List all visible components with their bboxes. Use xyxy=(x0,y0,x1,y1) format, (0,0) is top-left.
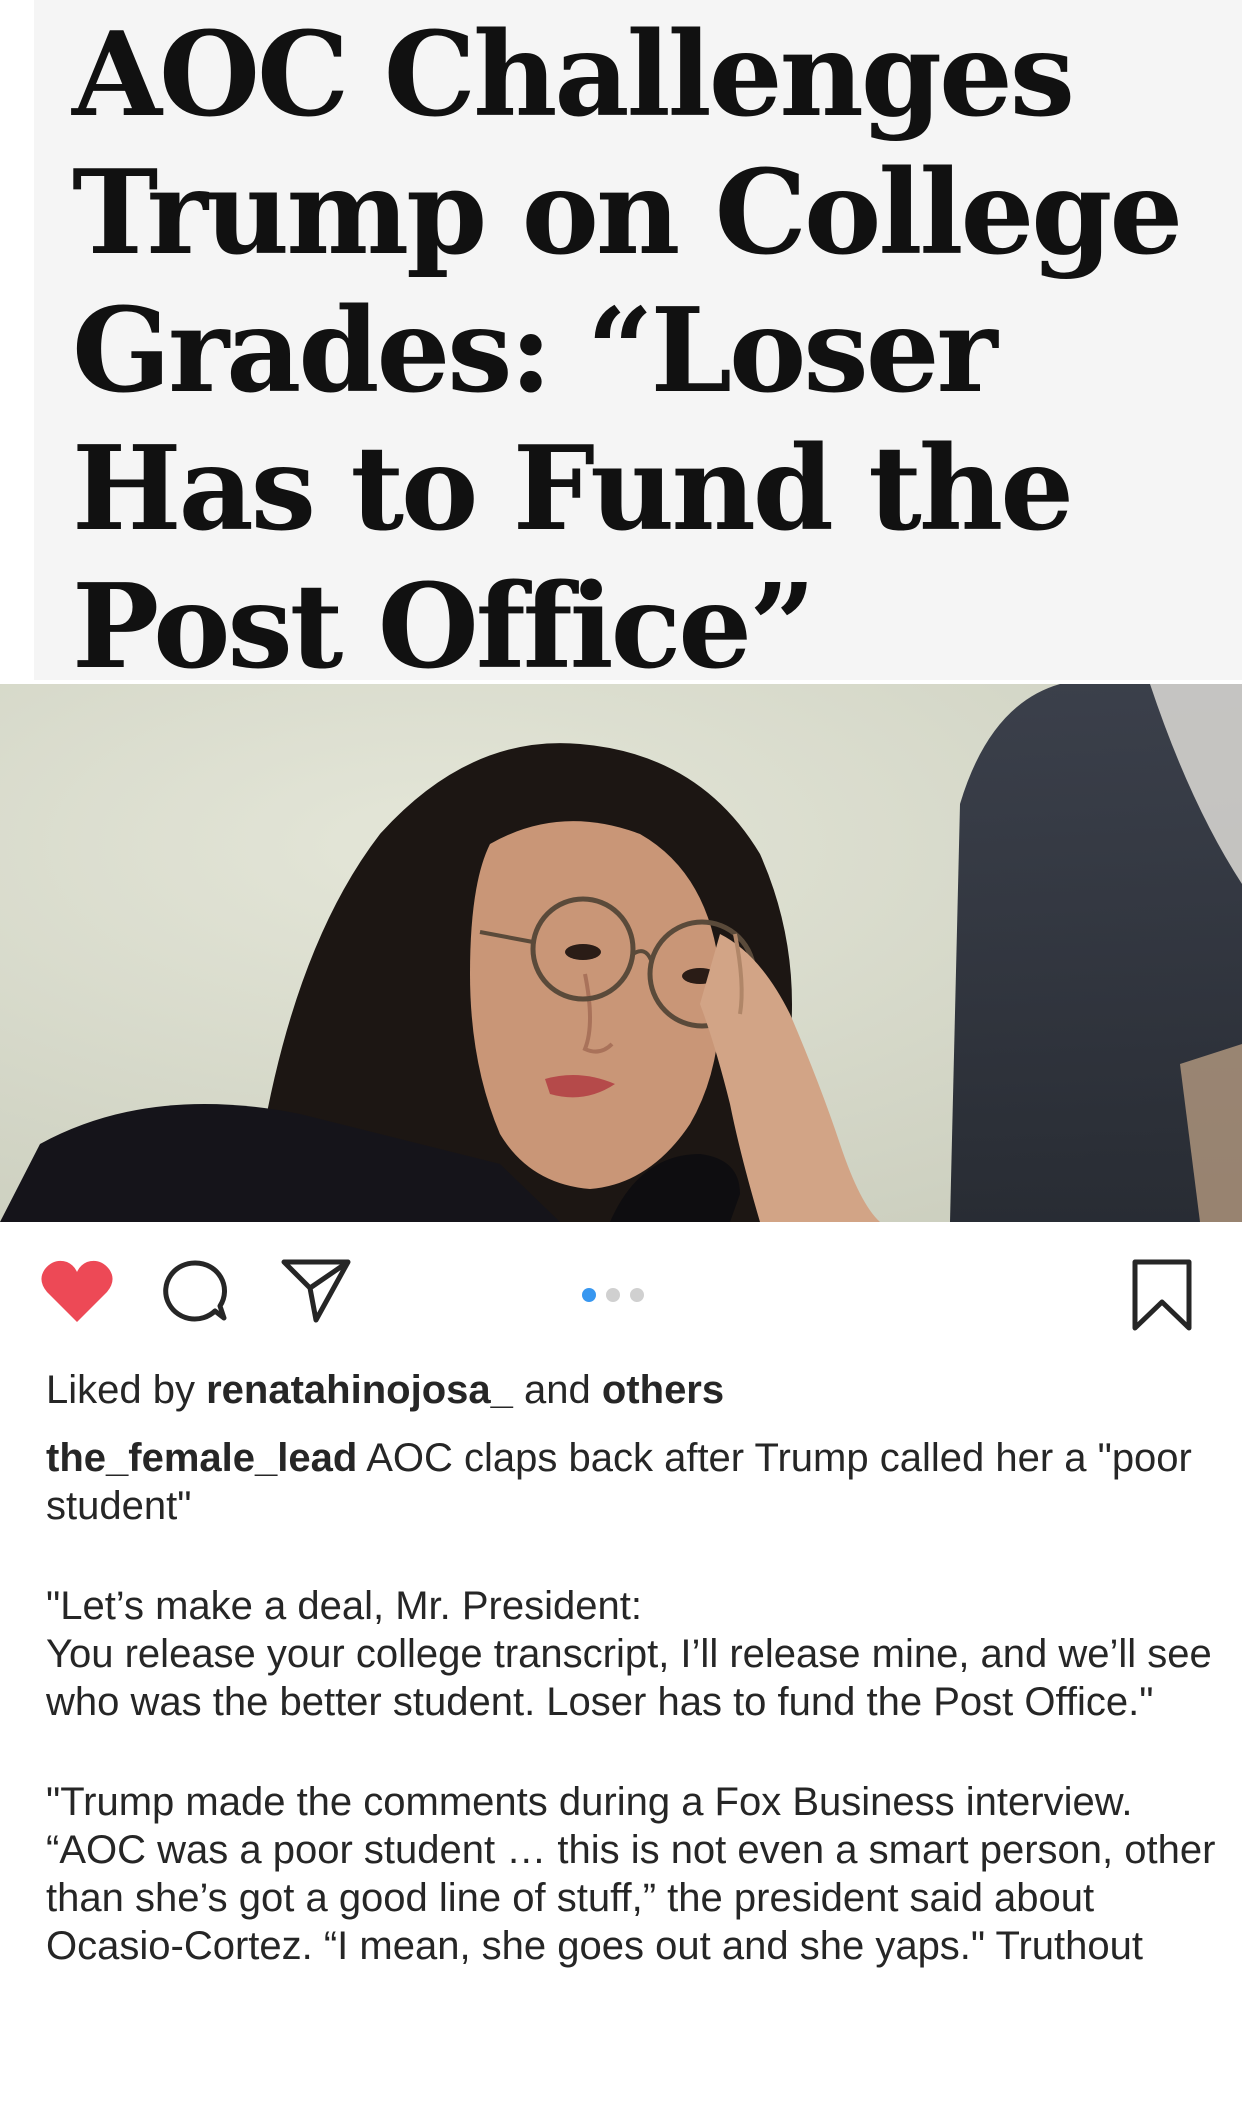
carousel-dot-3 xyxy=(630,1288,644,1302)
carousel-dot-1 xyxy=(582,1288,596,1302)
caption-quote2: "Trump made the comments during a Fox Bu… xyxy=(46,1780,1216,1968)
post-caption: the_female_lead AOC claps back after Tru… xyxy=(46,1434,1216,1970)
carousel-indicator xyxy=(582,1288,644,1304)
likes-prefix: Liked by xyxy=(46,1368,195,1412)
headline-card: AOC Challenges Trump on College Grades: … xyxy=(34,0,1242,695)
headline: AOC Challenges Trump on College Grades: … xyxy=(72,7,1183,695)
share-icon[interactable] xyxy=(280,1256,352,1326)
likes-others[interactable]: others xyxy=(602,1368,724,1412)
likes-connector: and xyxy=(524,1368,591,1412)
caption-quote1-line1: "Let’s make a deal, Mr. President: xyxy=(46,1584,642,1628)
caption-first-line: the_female_lead AOC claps back after Tru… xyxy=(46,1434,1216,1530)
photo-illustration xyxy=(0,684,1242,1222)
comment-icon[interactable] xyxy=(160,1258,230,1324)
caption-username[interactable]: the_female_lead xyxy=(46,1436,357,1480)
heart-icon[interactable] xyxy=(40,1258,114,1324)
likes-line[interactable]: Liked by renatahinojosa_ and others xyxy=(46,1364,1206,1416)
post-photo[interactable] xyxy=(0,684,1242,1222)
bookmark-icon[interactable] xyxy=(1130,1258,1194,1332)
liked-by-user[interactable]: renatahinojosa_ xyxy=(206,1368,513,1412)
caption-quote1-line2: You release your college transcript, I’l… xyxy=(46,1632,1212,1724)
carousel-dot-2 xyxy=(606,1288,620,1302)
